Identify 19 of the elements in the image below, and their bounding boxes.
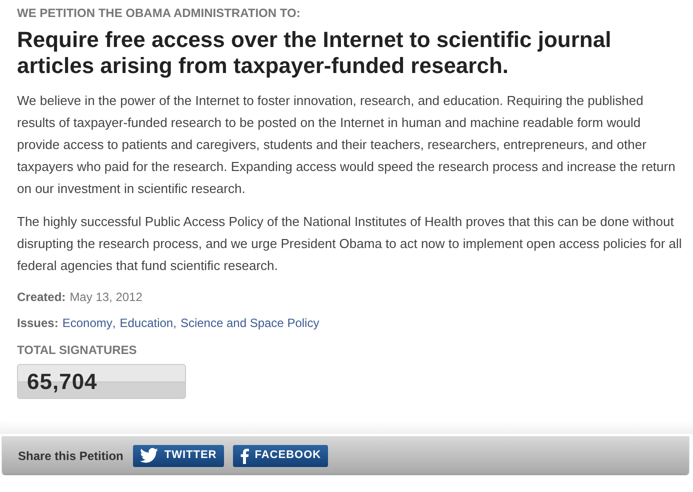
petition-paragraph: The highly successful Public Access Policy of the National Institutes of Health proves that this can be done without disrupting the research process, and we urge President Obama to act now to implement open access policies for all federal agencies that fund scientific research. (17, 213, 682, 275)
created-date: May 13, 2012 (70, 289, 142, 305)
petition-kicker: WE PETITION THE OBAMA ADMINISTRATION TO: (17, 5, 302, 21)
petition-paragraph: We believe in the power of the Internet to foster innovation, research, and education. Requiring the published results of taxpayer-funded research to be posted on the Internet in human and machine readable form would provide access to patients and caregivers, students and their teachers, researchers, entrepreneurs, and other taxpayers who paid for the research. Expanding access would speed the research process and increase the return on our investment in scientific research. (17, 92, 676, 198)
signatures-label: TOTAL SIGNATURES (17, 342, 138, 358)
signature-counter: 65,704 (17, 364, 186, 399)
share-button[interactable]: FACEBOOK (232, 444, 328, 466)
petition-title: Require free access over the Internet to scientific journal articles arising from taxpayer-funded research. (17, 27, 612, 79)
share-label: Share this Petition (18, 448, 124, 464)
comma-separator: , (173, 315, 176, 331)
issues-label: Issues: (17, 315, 58, 331)
letter-f-icon (240, 448, 249, 464)
share-button[interactable]: TWITTER (133, 444, 224, 466)
issue-link[interactable]: Education (120, 315, 174, 331)
issue-link[interactable]: Science and Space Policy (180, 315, 320, 331)
bird-icon (140, 448, 158, 463)
comma-separator: , (112, 315, 116, 331)
created-label: Created: (17, 289, 66, 305)
issue-link[interactable]: Economy (62, 315, 112, 331)
